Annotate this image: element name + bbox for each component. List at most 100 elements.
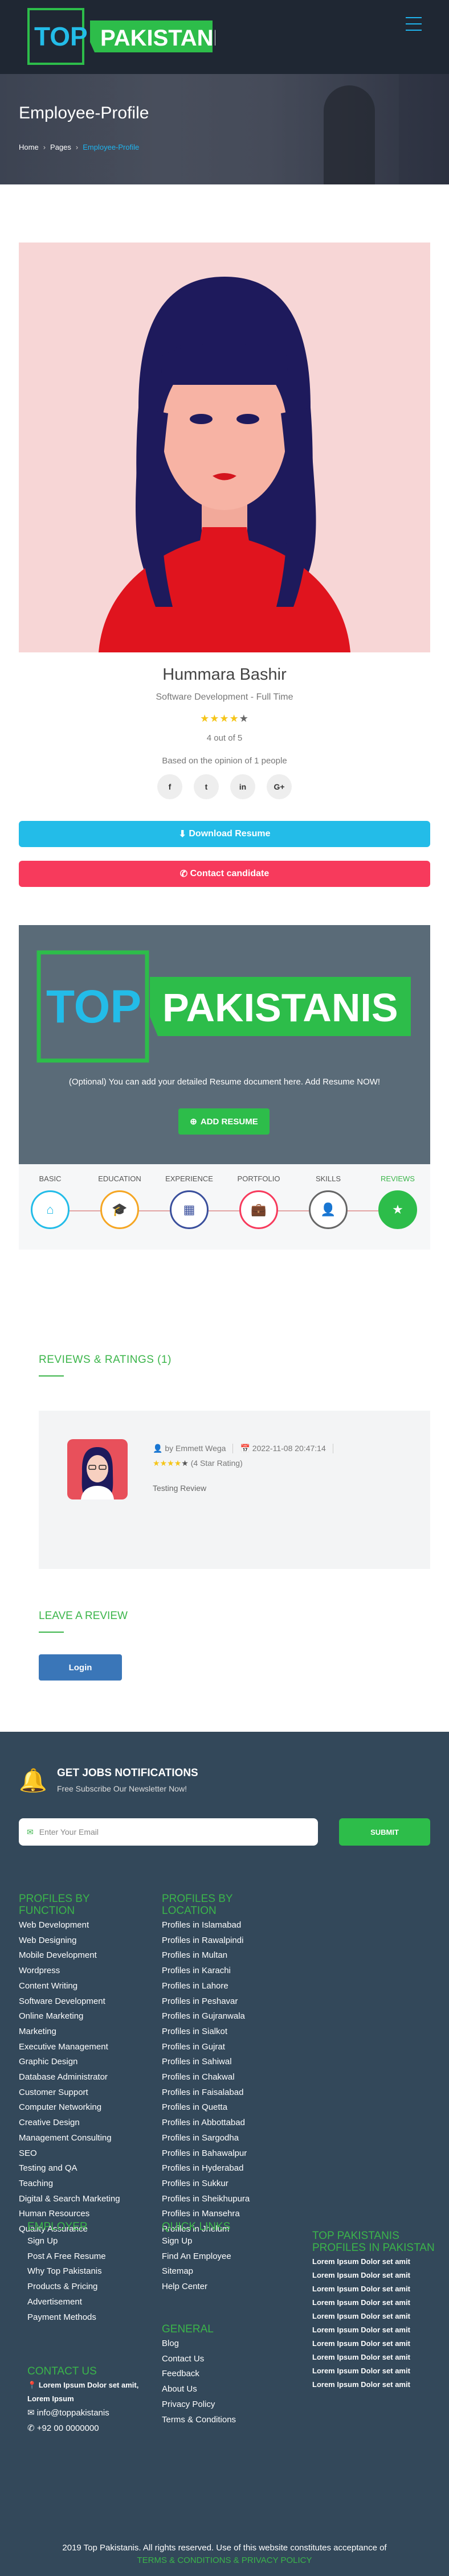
footer-link[interactable]: Database Administrator — [19, 2070, 144, 2085]
footer-link[interactable]: Profiles in Sukkur — [162, 2176, 287, 2192]
resume-note: (Optional) You can add your detailed Res… — [68, 1077, 381, 1087]
footer-link[interactable]: Profiles in Peshavar — [162, 1994, 287, 2010]
footer-link[interactable]: Lorem Ipsum Dolor set amit — [312, 2310, 438, 2323]
phone-icon: ✆ — [27, 2423, 35, 2433]
footer-link[interactable]: Profiles in Gujranwala — [162, 2009, 287, 2024]
footer-link[interactable]: Profiles in Chakwal — [162, 2070, 287, 2085]
footer-link[interactable]: Profiles in Sahiwal — [162, 2055, 287, 2070]
footer-link[interactable]: Human Resources — [19, 2207, 144, 2222]
newsletter-email-input[interactable]: ✉ Enter Your Email — [19, 1818, 318, 1846]
footer-link[interactable]: Lorem Ipsum Dolor set amit — [312, 2378, 438, 2392]
footer-link[interactable]: Contact Us — [162, 2352, 287, 2367]
footer-link[interactable]: Terms & Conditions — [162, 2413, 287, 2428]
step-portfolio[interactable]: PORTFOLIO 💼 — [230, 1164, 287, 1229]
footer-link[interactable]: Profiles in Rawalpindi — [162, 1933, 287, 1949]
step-education[interactable]: EDUCATION 🎓 — [91, 1164, 148, 1229]
footer-link[interactable]: Profiles in Multan — [162, 1948, 287, 1963]
footer-link[interactable]: Profiles in Islamabad — [162, 1918, 287, 1933]
breadcrumb-pages[interactable]: Pages — [50, 143, 71, 151]
footer-link[interactable]: Lorem Ipsum Dolor set amit — [312, 2337, 438, 2351]
footer-link[interactable]: Profiles in Hyderabad — [162, 2161, 287, 2176]
login-button[interactable]: Login — [39, 1654, 122, 1681]
hamburger-menu-icon[interactable] — [406, 17, 422, 31]
footer-link[interactable]: Online Marketing — [19, 2009, 144, 2024]
step-experience[interactable]: EXPERIENCE ▦ — [161, 1164, 218, 1229]
footer-link[interactable]: Testing and QA — [19, 2161, 144, 2176]
footer-link[interactable]: Lorem Ipsum Dolor set amit — [312, 2282, 438, 2296]
footer-link[interactable]: Profiles in Faisalabad — [162, 2085, 287, 2101]
google-plus-icon[interactable]: G+ — [267, 774, 292, 799]
footer-link[interactable]: Profiles in Sialkot — [162, 2024, 287, 2040]
footer-link[interactable]: Graphic Design — [19, 2055, 144, 2070]
footer-link[interactable]: Advertisement — [27, 2295, 153, 2310]
contact-phone[interactable]: ✆ +92 00 0000000 — [27, 2421, 147, 2437]
site-footer: PROFILES BY FUNCTION Web Development Web D… — [0, 1881, 449, 2576]
profile-photo — [19, 243, 430, 652]
contact-candidate-button[interactable]: ✆ Contact candidate — [19, 861, 430, 887]
footer-heading: TOP PAKISTANIS PROFILES IN PAKISTAN — [312, 2230, 435, 2254]
footer-link[interactable]: Lorem Ipsum Dolor set amit — [312, 2255, 438, 2269]
footer-link[interactable]: Profiles in Gujrat — [162, 2040, 287, 2055]
terms-link[interactable]: TERMS & CONDITIONS & PRIVACY POLICY — [0, 2554, 449, 2567]
footer-link[interactable]: Privacy Policy — [162, 2397, 287, 2413]
step-reviews[interactable]: REVIEWS ★ — [369, 1164, 426, 1229]
footer-link[interactable]: Sitemap — [162, 2264, 287, 2279]
footer-link[interactable]: Profiles in Bahawalpur — [162, 2146, 287, 2162]
footer-link[interactable]: Mobile Development — [19, 1948, 144, 1963]
footer-by-function: PROFILES BY FUNCTION Web Development Web D… — [19, 1893, 144, 2237]
footer-link[interactable]: Profiles in Lahore — [162, 1979, 287, 1994]
add-resume-button[interactable]: ⊕ ADD RESUME — [178, 1108, 270, 1135]
footer-link[interactable]: Creative Design — [19, 2115, 144, 2131]
footer-link[interactable]: Post A Free Resume — [27, 2249, 153, 2265]
phone-icon: ✆ — [179, 869, 190, 879]
footer-link[interactable]: Find An Employee — [162, 2249, 287, 2265]
footer-link[interactable]: Blog — [162, 2336, 287, 2352]
footer-link[interactable]: Lorem Ipsum Dolor set amit — [312, 2323, 438, 2337]
footer-link[interactable]: Wordpress — [19, 1963, 144, 1979]
footer-link[interactable]: Digital & Search Marketing — [19, 2192, 144, 2207]
breadcrumb-home[interactable]: Home — [19, 143, 39, 151]
reviewer-avatar — [67, 1439, 128, 1499]
footer-link[interactable]: Sign Up — [27, 2234, 153, 2249]
footer-link[interactable]: Software Development — [19, 1994, 144, 2010]
footer-link[interactable]: About Us — [162, 2382, 287, 2397]
footer-link[interactable]: Feedback — [162, 2367, 287, 2382]
footer-link[interactable]: Web Designing — [19, 1933, 144, 1949]
download-resume-button[interactable]: ⬇ Download Resume — [19, 821, 430, 847]
footer-link[interactable]: Profiles in Sheikhupura — [162, 2192, 287, 2207]
site-logo[interactable]: TOP PAKISTANIS — [27, 8, 215, 65]
footer-link[interactable]: Marketing — [19, 2024, 144, 2040]
footer-link[interactable]: Why Top Pakistanis — [27, 2264, 153, 2279]
footer-link[interactable]: Profiles in Karachi — [162, 1963, 287, 1979]
footer-link[interactable]: Customer Support — [19, 2085, 144, 2101]
newsletter-submit-button[interactable]: SUBMIT — [339, 1818, 430, 1846]
contact-email[interactable]: ✉ info@toppakistanis — [27, 2406, 147, 2421]
footer-link[interactable]: Profiles in Sargodha — [162, 2131, 287, 2146]
footer-link[interactable]: Help Center — [162, 2279, 287, 2295]
footer-link[interactable]: Profiles in Abbottabad — [162, 2115, 287, 2131]
footer-link[interactable]: Sign Up — [162, 2234, 287, 2249]
page-title: Employee-Profile — [19, 104, 149, 122]
footer-link[interactable]: Teaching — [19, 2176, 144, 2192]
step-basic[interactable]: BASIC ⌂ — [22, 1164, 79, 1229]
step-skills[interactable]: SKILLS 👤 — [300, 1164, 357, 1229]
star-icon: ★ — [200, 713, 210, 724]
footer-link[interactable]: Lorem Ipsum Dolor set amit — [312, 2364, 438, 2378]
footer-link[interactable]: Profiles in Mansehra — [162, 2207, 287, 2222]
footer-link[interactable]: Products & Pricing — [27, 2279, 153, 2295]
linkedin-icon[interactable]: in — [230, 774, 255, 799]
plus-circle-icon: ⊕ — [190, 1117, 197, 1127]
footer-link[interactable]: Payment Methods — [27, 2310, 153, 2326]
twitter-icon[interactable]: t — [194, 774, 219, 799]
footer-link[interactable]: SEO — [19, 2146, 144, 2162]
footer-link[interactable]: Profiles in Quetta — [162, 2100, 287, 2115]
footer-link[interactable]: Lorem Ipsum Dolor set amit — [312, 2296, 438, 2310]
footer-link[interactable]: Executive Management — [19, 2040, 144, 2055]
footer-link[interactable]: Content Writing — [19, 1979, 144, 1994]
facebook-icon[interactable]: f — [157, 774, 182, 799]
footer-link[interactable]: Management Consulting — [19, 2131, 144, 2146]
footer-link[interactable]: Web Development — [19, 1918, 144, 1933]
footer-link[interactable]: Computer Networking — [19, 2100, 144, 2115]
footer-link[interactable]: Lorem Ipsum Dolor set amit — [312, 2351, 438, 2364]
footer-link[interactable]: Lorem Ipsum Dolor set amit — [312, 2269, 438, 2282]
